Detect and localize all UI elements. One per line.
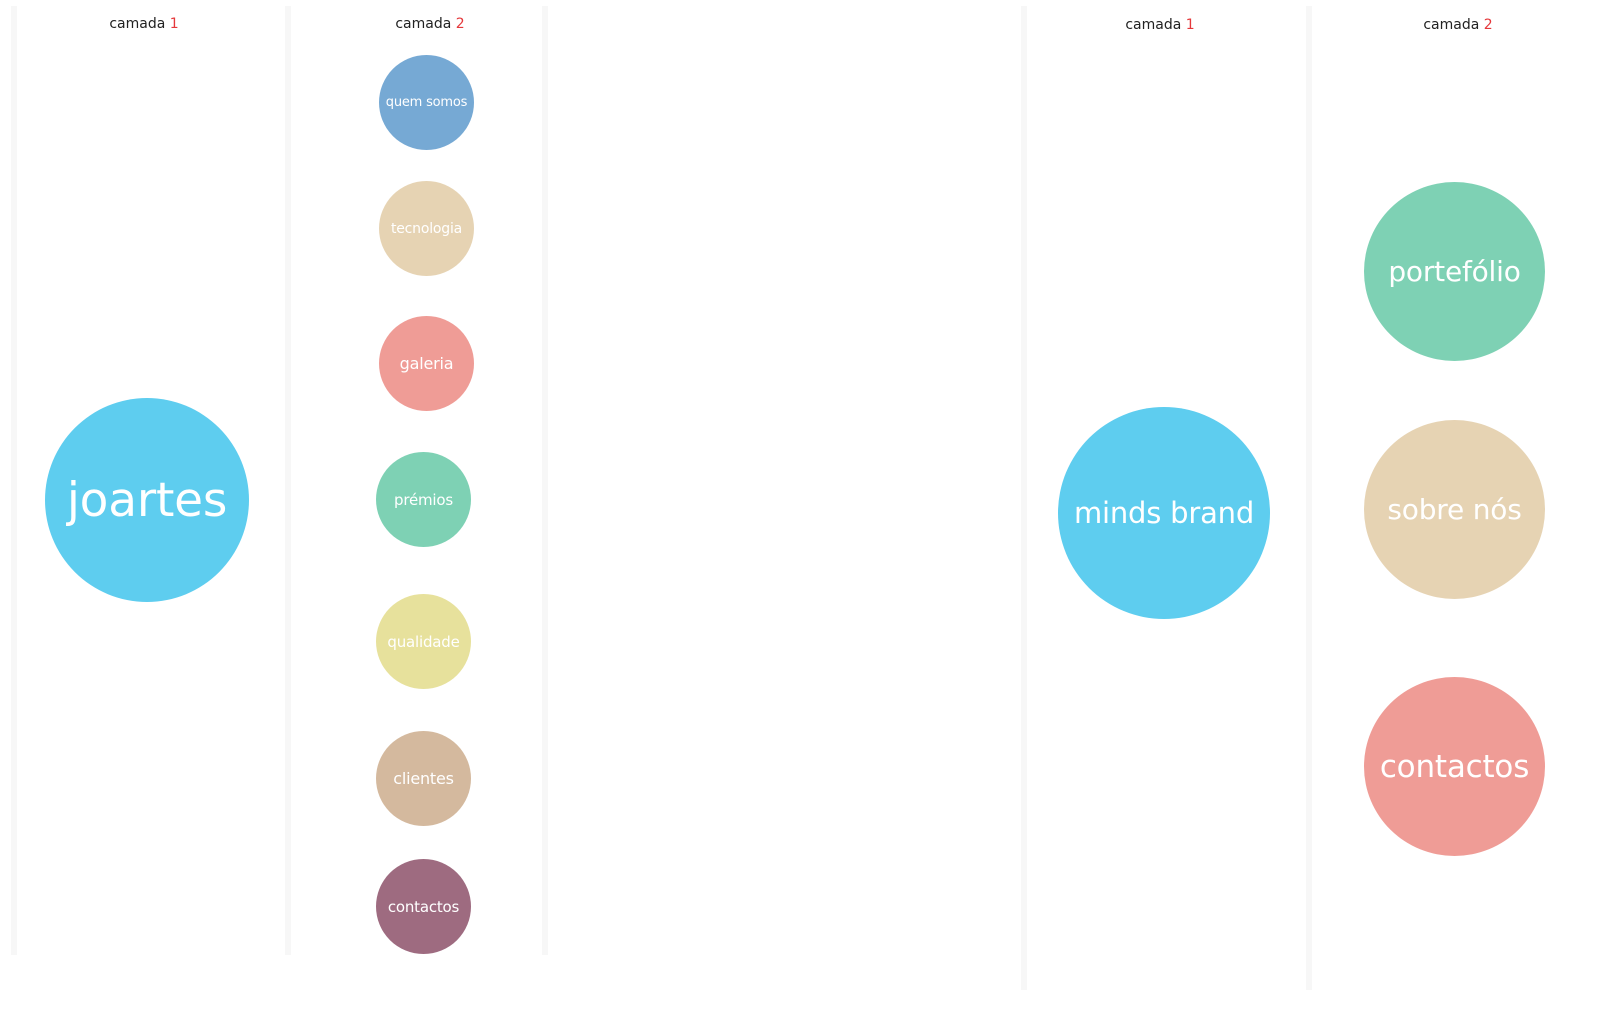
node-tecnologia[interactable]: tecnologia bbox=[379, 181, 474, 276]
node-label: quem somos bbox=[385, 95, 468, 110]
node-label: tecnologia bbox=[390, 220, 463, 237]
node-contactos[interactable]: contactos bbox=[376, 859, 471, 954]
layer-1-label: camada 1 bbox=[109, 16, 178, 32]
layer-label-word: camada bbox=[1423, 17, 1480, 33]
node-qualidade[interactable]: qualidade bbox=[376, 594, 471, 689]
layer-label-word: camada bbox=[395, 16, 452, 32]
layer-2-label: camada 2 bbox=[395, 16, 464, 32]
node-label: minds brand bbox=[1073, 496, 1255, 530]
layer-label-number: 2 bbox=[1483, 17, 1493, 33]
node-premios[interactable]: prémios bbox=[376, 452, 471, 547]
layer-label-number: 1 bbox=[1185, 17, 1195, 33]
layer-1-label: camada 1 bbox=[1125, 17, 1194, 33]
node-portefolio[interactable]: portefólio bbox=[1364, 182, 1545, 361]
node-label: joartes bbox=[66, 472, 228, 528]
node-label: clientes bbox=[393, 769, 454, 788]
node-quem-somos[interactable]: quem somos bbox=[379, 55, 474, 150]
node-label: qualidade bbox=[387, 632, 460, 651]
column-divider bbox=[1021, 6, 1027, 990]
layer-label-word: camada bbox=[1125, 17, 1182, 33]
layer-2-label: camada 2 bbox=[1423, 17, 1492, 33]
node-galeria[interactable]: galeria bbox=[379, 316, 474, 411]
node-label: contactos bbox=[387, 897, 460, 916]
node-clientes[interactable]: clientes bbox=[376, 731, 471, 826]
node-label: contactos bbox=[1379, 748, 1530, 785]
node-label: portefólio bbox=[1388, 255, 1521, 288]
node-label: sobre nós bbox=[1387, 493, 1522, 526]
layer-label-number: 1 bbox=[169, 16, 179, 32]
root-node-joartes[interactable]: joartes bbox=[45, 398, 249, 602]
root-node-minds-brand[interactable]: minds brand bbox=[1058, 407, 1270, 619]
column-divider bbox=[285, 6, 291, 955]
layer-label-number: 2 bbox=[455, 16, 465, 32]
node-label: prémios bbox=[394, 490, 453, 509]
node-label: galeria bbox=[399, 354, 454, 373]
node-contactos[interactable]: contactos bbox=[1364, 677, 1545, 856]
node-sobre-nos[interactable]: sobre nós bbox=[1364, 420, 1545, 599]
column-divider bbox=[1306, 6, 1312, 990]
column-divider bbox=[11, 6, 17, 955]
column-divider bbox=[542, 6, 548, 955]
layer-label-word: camada bbox=[109, 16, 166, 32]
